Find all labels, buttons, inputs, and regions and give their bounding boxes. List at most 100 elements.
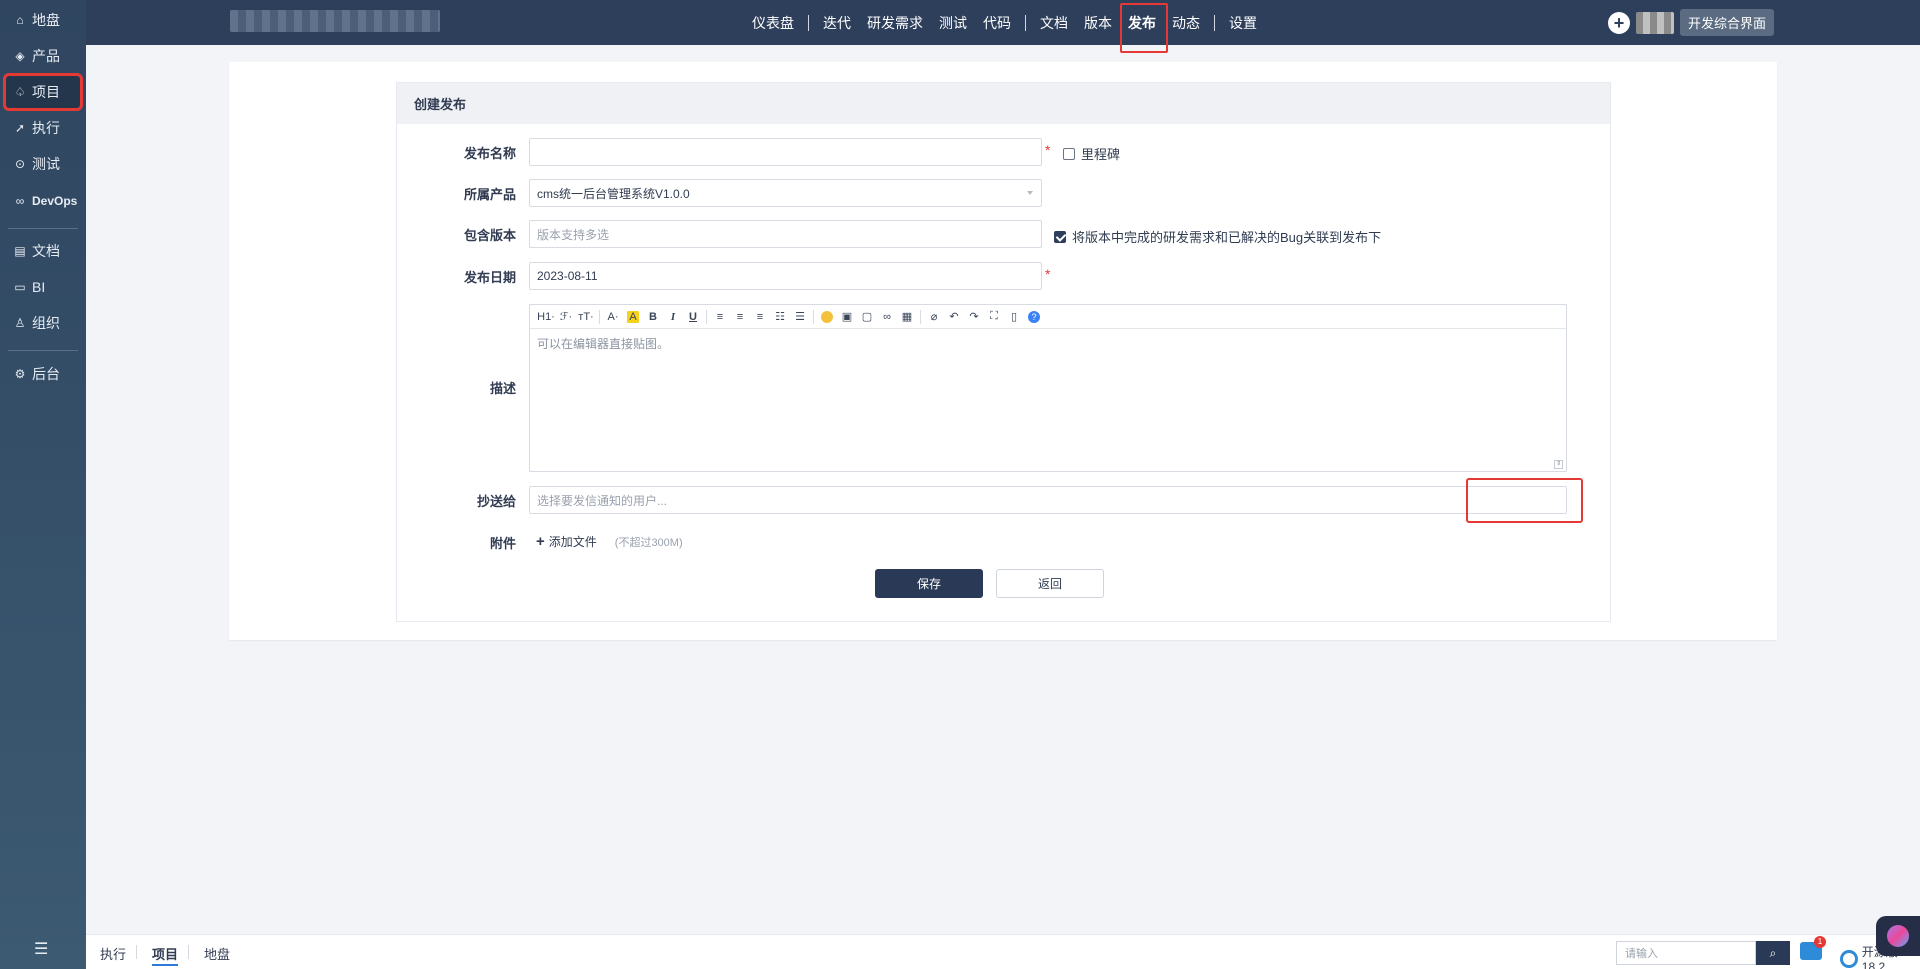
admin-icon: ⚙	[14, 367, 26, 381]
ordered-list-icon[interactable]: ☷	[770, 308, 790, 326]
milestone-checkbox[interactable]: 里程碑	[1063, 144, 1120, 163]
underline-button[interactable]: U	[683, 308, 703, 326]
top-right-tools: + 开发综合界面	[1607, 9, 1774, 36]
cc-label: 抄送给	[476, 494, 516, 509]
plus-icon: +	[536, 533, 545, 550]
undo-icon[interactable]: ↶	[944, 308, 964, 326]
menu-collapse-icon[interactable]: ☰	[34, 939, 48, 959]
nav-dashboard[interactable]: 仪表盘	[744, 0, 802, 45]
clear-format-icon[interactable]: ⌀	[924, 308, 944, 326]
italic-button[interactable]: I	[663, 308, 683, 326]
save-button[interactable]: 保存	[875, 569, 983, 598]
global-search-input[interactable]: 请输入	[1616, 941, 1756, 965]
sidebar-item-label: 组织	[32, 315, 60, 331]
font-family-button[interactable]: ℱ·	[556, 308, 576, 326]
org-icon: ♙	[14, 316, 26, 330]
product-icon: ◈	[15, 49, 25, 63]
sidebar-item-bi[interactable]: ▭ BI	[6, 271, 80, 303]
description-editor: H1· ℱ· тT· A· A B I U ≡ ≡ ≡ ☷ ☰ ▣ ▢ ∞ ▦ …	[529, 304, 1567, 472]
link-icon[interactable]: ∞	[877, 308, 897, 326]
code-icon[interactable]: ▢	[857, 308, 877, 326]
release-name-label: 发布名称	[463, 146, 516, 161]
nav-doc[interactable]: 文档	[1032, 0, 1076, 45]
crumb-separator	[136, 945, 137, 959]
contact-list-highlight	[1466, 478, 1583, 523]
project-selector-blurred[interactable]	[230, 10, 440, 32]
nav-release[interactable]: 发布	[1120, 0, 1168, 53]
ai-assistant-button[interactable]	[1876, 916, 1920, 956]
sidebar-item-dashboard[interactable]: ⌂ 地盘	[6, 4, 80, 36]
left-sidebar: ⌂ 地盘 ◈ 产品 ♤ 项目 ➚ 执行 ⊙ 测试 ∞ DevOps ▤ 文档 ▭ BI ♙ 组织 …	[0, 0, 86, 969]
module-nav: 仪表盘 迭代 研发需求 测试 代码 文档 版本 发布 动态 设置	[744, 0, 1265, 53]
nav-dynamic[interactable]: 动态	[1164, 0, 1208, 45]
align-right-icon[interactable]: ≡	[750, 308, 770, 326]
fullscreen-icon[interactable]: ⛶	[984, 308, 1004, 326]
nav-settings[interactable]: 设置	[1221, 0, 1265, 45]
sidebar-item-execution[interactable]: ➚ 执行	[6, 112, 80, 144]
chevron-down-icon	[1027, 191, 1033, 195]
release-date-input[interactable]: 2023-08-11	[529, 262, 1042, 290]
zentao-logo-icon	[1840, 949, 1858, 968]
sidebar-divider	[8, 228, 78, 229]
emoji-button[interactable]	[817, 308, 837, 326]
sync-stories-bugs-checkbox[interactable]: 将版本中完成的研发需求和已解决的Bug关联到发布下	[1054, 227, 1381, 246]
required-mark: *	[1045, 266, 1051, 282]
nav-build[interactable]: 版本	[1076, 0, 1120, 45]
product-select[interactable]: cms统一后台管理系统V1.0.0	[529, 179, 1042, 207]
editor-toolbar: H1· ℱ· тT· A· A B I U ≡ ≡ ≡ ☷ ☰ ▣ ▢ ∞ ▦ …	[530, 305, 1566, 329]
sidebar-item-org[interactable]: ♙ 组织	[6, 307, 80, 339]
panel-title: 创建发布	[397, 83, 1610, 124]
unordered-list-icon[interactable]: ☰	[790, 308, 810, 326]
avatar[interactable]	[1635, 11, 1674, 34]
redo-icon[interactable]: ↷	[964, 308, 984, 326]
sidebar-item-product[interactable]: ◈ 产品	[6, 40, 80, 72]
sidebar-item-admin[interactable]: ⚙ 后台	[6, 358, 80, 390]
search-button[interactable]: ⌕	[1756, 941, 1790, 965]
create-plus-icon[interactable]: +	[1607, 11, 1630, 34]
help-button[interactable]: ?	[1024, 308, 1044, 326]
nav-requirements[interactable]: 研发需求	[859, 0, 931, 45]
back-button[interactable]: 返回	[996, 569, 1104, 598]
nav-iteration[interactable]: 迭代	[815, 0, 859, 45]
table-icon[interactable]: ▦	[897, 308, 917, 326]
bold-button[interactable]: B	[643, 308, 663, 326]
sidebar-item-label: 文档	[32, 243, 60, 259]
sidebar-item-test[interactable]: ⊙ 测试	[6, 148, 80, 180]
resize-handle-icon[interactable]: ⇕	[1554, 460, 1563, 469]
template-icon[interactable]: ▯	[1004, 308, 1024, 326]
checkbox-checked-icon	[1054, 230, 1066, 243]
bottom-bar: 执行 项目 地盘 请输入 ⌕ 1 开源版18.2 企业	[86, 934, 1920, 969]
recent-dashboard-link[interactable]: 地盘	[204, 944, 230, 963]
sidebar-item-project[interactable]: ♤ 项目	[3, 73, 83, 111]
build-multiselect[interactable]: 版本支持多选	[529, 220, 1042, 248]
heading-button[interactable]: H1·	[536, 308, 556, 326]
toolbar-separator	[813, 309, 814, 324]
recent-execution-link[interactable]: 执行	[100, 944, 126, 963]
project-icon: ♤	[14, 85, 26, 99]
image-icon[interactable]: ▣	[837, 308, 857, 326]
highlight-icon: A	[627, 310, 639, 323]
sidebar-item-devops[interactable]: ∞ DevOps	[6, 185, 80, 217]
files-label: 附件	[489, 536, 516, 551]
align-center-icon[interactable]: ≡	[730, 308, 750, 326]
add-file-button[interactable]: + 添加文件 (不超过300M)	[536, 533, 683, 550]
editor-content-area[interactable]: 可以在编辑器直接贴图。	[530, 329, 1566, 358]
crumb-separator	[188, 945, 189, 959]
sidebar-item-label: 测试	[32, 156, 60, 172]
bi-icon: ▭	[14, 280, 26, 294]
emoji-icon	[821, 310, 833, 323]
ui-mode-switch[interactable]: 开发综合界面	[1679, 9, 1774, 36]
description-label: 描述	[489, 381, 516, 396]
sidebar-item-label: DevOps	[32, 194, 78, 208]
recent-project-link[interactable]: 项目	[152, 944, 179, 966]
cc-user-select[interactable]: 选择要发信通知的用户...	[529, 486, 1567, 514]
nav-code[interactable]: 代码	[975, 0, 1019, 45]
nav-test[interactable]: 测试	[931, 0, 975, 45]
release-name-input[interactable]	[529, 138, 1042, 166]
sidebar-item-doc[interactable]: ▤ 文档	[6, 235, 80, 267]
toolbar-separator	[706, 309, 707, 324]
font-size-button[interactable]: тT·	[576, 308, 596, 326]
align-left-icon[interactable]: ≡	[710, 308, 730, 326]
font-color-button[interactable]: A·	[603, 308, 623, 326]
highlight-color-button[interactable]: A	[623, 308, 643, 326]
